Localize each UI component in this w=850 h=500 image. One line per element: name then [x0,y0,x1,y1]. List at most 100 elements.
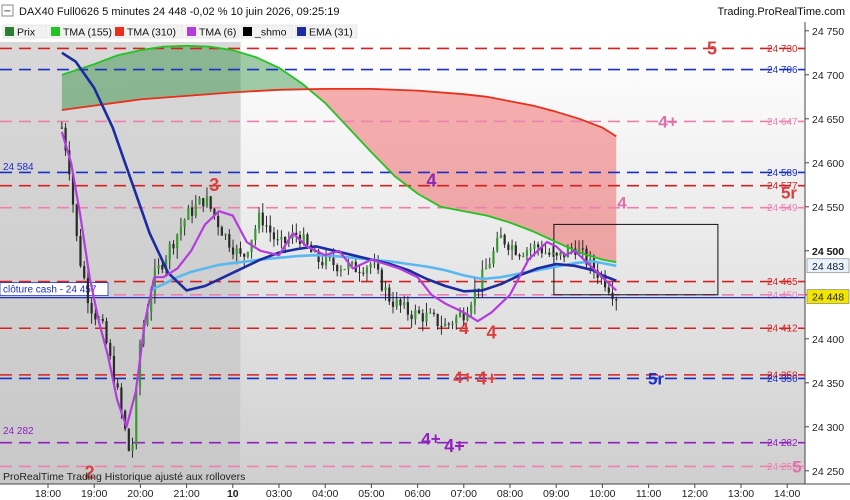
candle-body [194,204,197,216]
candle-body [339,269,343,272]
zone-label: 4+ [421,430,440,449]
brand-label: Trading.ProRealTime.com [717,6,845,18]
x-tick-label: 12:00 [682,488,708,500]
x-tick-label: 04:00 [312,488,338,500]
chart-window: 24 730 24 706 24 647 24 589 24 577 24 549 24 4… [0,0,850,500]
legend-item-tma-310[interactable]: TMA (310) [112,24,184,39]
x-tick-label: 18:00 [35,488,61,500]
candle-body [172,243,175,249]
legend-item-prix[interactable]: Prix [2,24,48,39]
zone-label: 4+ [658,112,677,131]
x-tick-label: 10:00 [589,488,615,500]
left-level-label: 24 584 [3,162,34,173]
candle-body [544,252,547,254]
candle-body [176,234,179,249]
candle-body [235,248,238,255]
legend-label: TMA (310) [127,27,176,39]
level-label: 24 730 [767,44,798,55]
candle-body [470,304,473,314]
price-badge-text: 24 483 [812,261,844,273]
candle-body [228,234,231,248]
candle-body [350,261,354,264]
candle-body [440,326,443,328]
candle-body [198,198,201,205]
candle-body [246,252,250,257]
candle-body [127,428,130,451]
candle-body [257,212,261,229]
candle-body [116,383,119,388]
x-tick-label: 20:00 [127,488,153,500]
price-badge: 24 483 [806,258,850,274]
legend-label: _shmo [254,27,287,39]
wave-annotation: 4 [426,170,436,190]
level-label: 24 282 [767,438,798,449]
legend-item-ema-31[interactable]: EMA (31) [294,24,358,39]
candle-body [391,301,395,307]
legend-item-shmo[interactable]: _shmo [240,24,294,39]
chart-title: DAX40 Full0626 5 minutes 24 448 -0,02 % … [19,6,339,18]
candle-body [525,250,529,256]
legend-label: Prix [17,27,36,39]
candle-body [280,236,283,240]
candle-body [503,234,506,245]
candle-body [94,313,97,320]
candle-body [343,269,346,271]
candle-body [265,225,268,227]
candle-body [190,207,194,216]
candle-body [261,212,264,226]
wave-annotation: 3 [209,175,219,195]
candle-body [90,303,93,314]
level-label: 24 412 [767,324,798,335]
collapse-icon[interactable]: − [1,4,14,17]
y-tick-label: 24 650 [812,114,844,126]
candle-body [168,243,171,260]
candle-body [157,265,160,269]
candle-body [205,196,209,207]
candle-body [499,234,503,239]
candle-body [425,312,428,322]
level-label: 24 450 [767,290,798,301]
candle-body [358,272,361,274]
price-badge: 24 448 [806,289,850,304]
candle-body [507,244,510,251]
zone-label: 4 [617,194,627,213]
x-tick-label: 07:00 [451,488,477,500]
x-tick-label: 09:00 [543,488,569,500]
candle-body [306,234,309,245]
legend-label: TMA (155) [63,27,112,39]
candle-body [488,264,491,269]
candle-body [86,277,90,304]
candle-body [105,321,108,343]
candle-body [537,244,540,248]
candle-body [551,252,555,255]
candle-body [555,252,558,256]
candle-body [220,227,223,236]
footer-note: ProRealTime Trading Historique ajusté au… [3,471,245,483]
legend: Prix TMA (155) TMA (310) TMA (6) _shmo EMA (3… [2,24,358,39]
current-price-label: 24 500 [812,246,844,258]
candle-body [455,316,458,324]
candle-body [369,264,372,268]
candle [380,267,383,292]
price-badge-text: 24 448 [812,292,844,304]
price-chart[interactable]: 24 73024 70624 64724 58924 57724 54924 4… [0,0,850,500]
zone-label: 5 [707,38,717,58]
candle-body [388,287,391,302]
candle-body [514,245,517,255]
candle-body [414,310,417,320]
candle-body [451,323,454,325]
x-tick-label: 05:00 [358,488,384,500]
level-label: 24 647 [767,117,798,128]
candle-body [447,323,450,325]
legend-swatch [297,27,306,36]
candle-body [395,299,398,307]
y-tick-label: 24 300 [812,422,844,434]
legend-item-tma-155[interactable]: TMA (155) [48,24,112,39]
candle-body [444,323,447,327]
candle-body [224,234,227,236]
cash-close-label: clôture cash - 24 457 [3,285,97,296]
candle-body [399,299,402,306]
legend-item-tma-6[interactable]: TMA (6) [184,24,240,39]
candle-body [209,196,212,209]
x-tick-label: 10 [227,488,239,500]
